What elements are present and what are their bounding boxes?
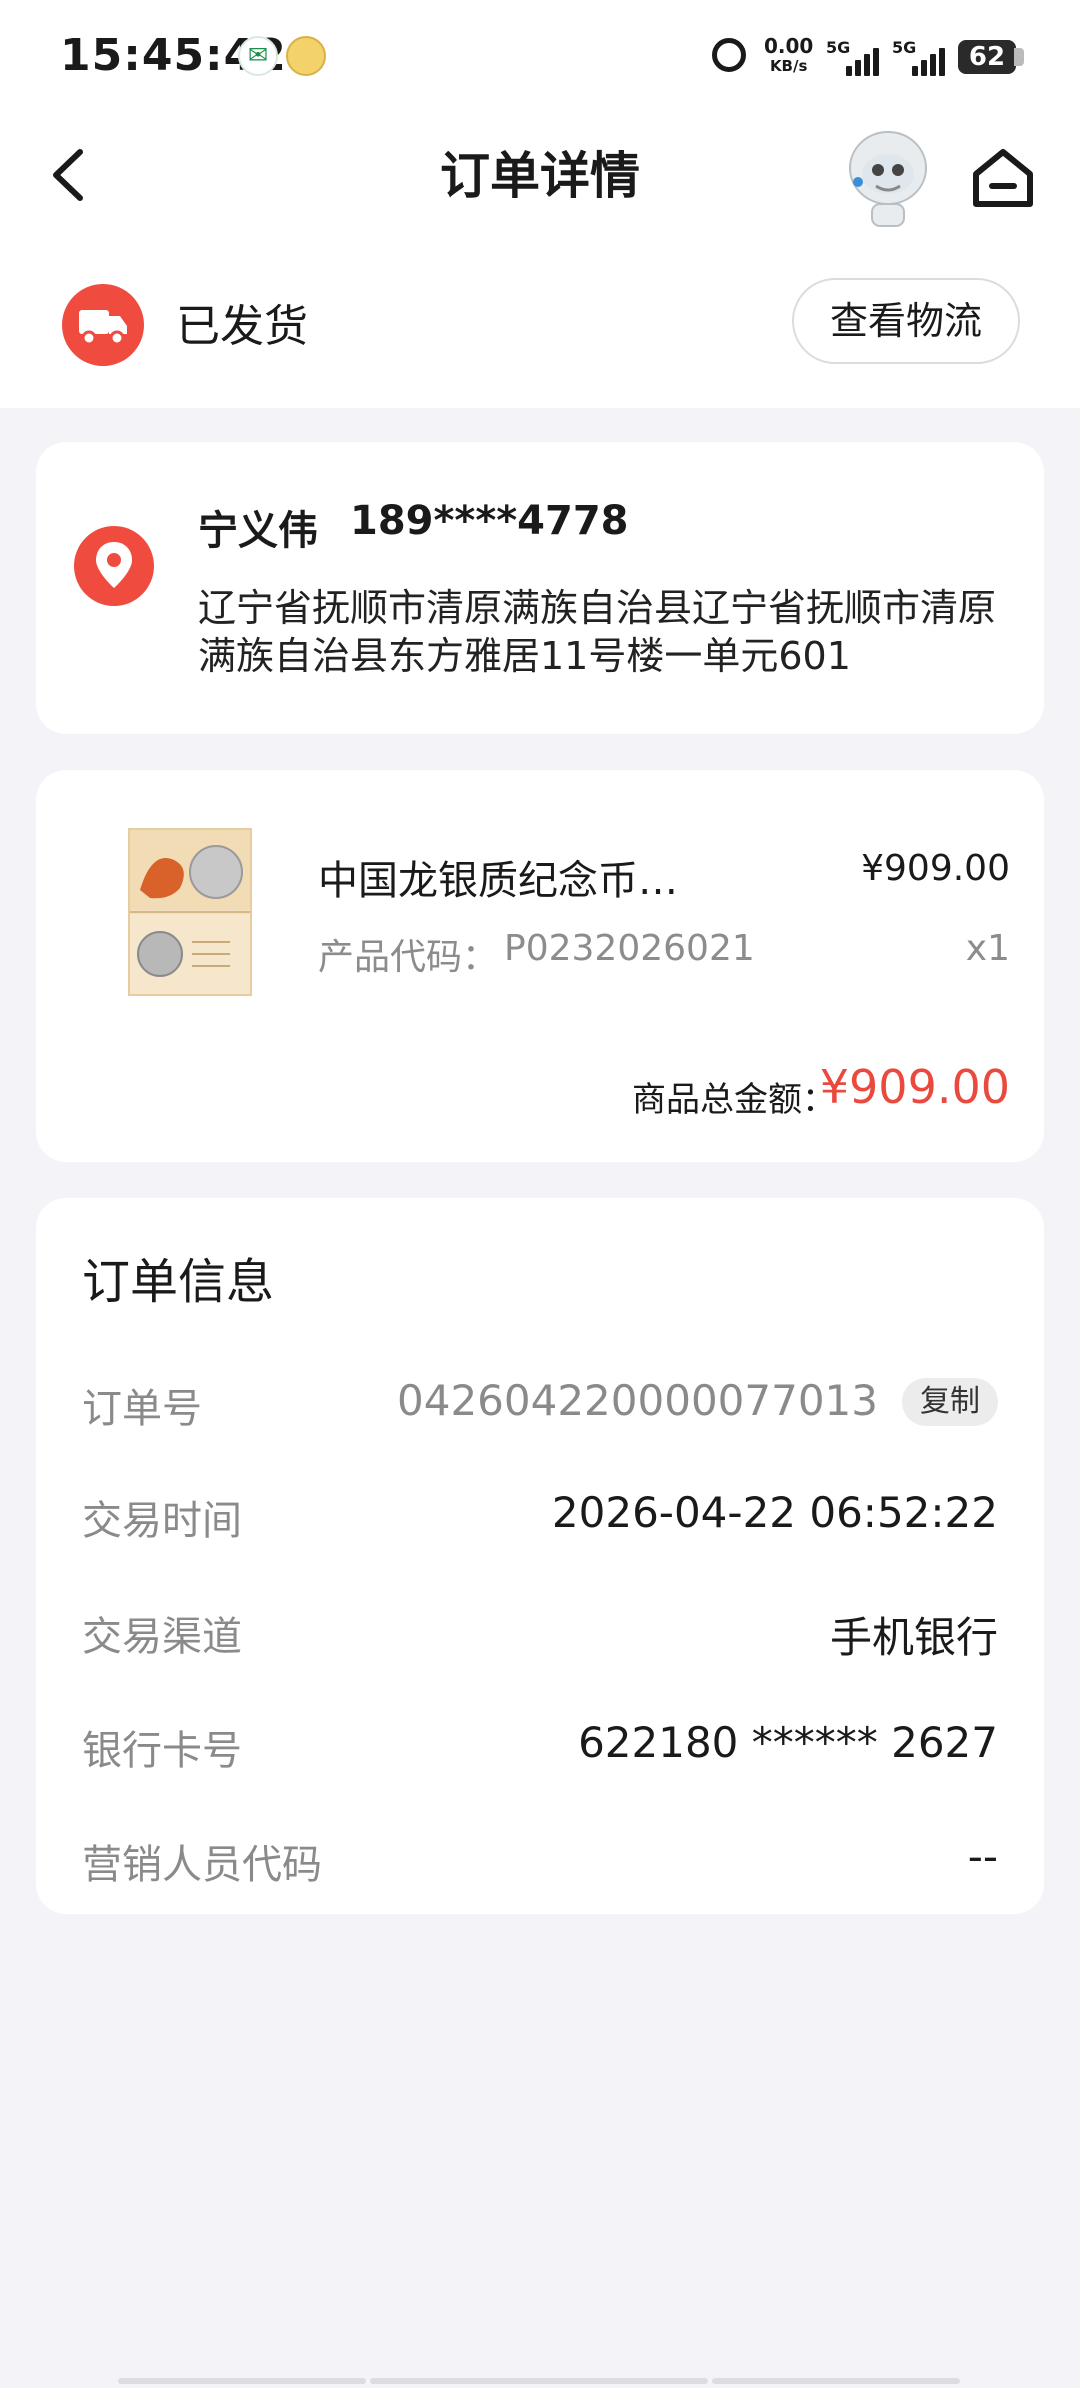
trade-channel-label: 交易渠道: [82, 1614, 242, 1660]
signal-icon-sim2: [912, 40, 948, 76]
product-price: ¥909.00: [861, 848, 1010, 889]
network-speed-value: 0.00: [764, 34, 814, 58]
trade-time-value: 2026-04-22 06:52:22: [551, 1488, 998, 1537]
home-indicator-center: [370, 2378, 708, 2384]
coin-app-icon: [286, 36, 326, 76]
bank-card-label: 银行卡号: [82, 1728, 242, 1774]
recipient-name: 宁义伟: [198, 508, 318, 554]
product-quantity: x1: [965, 928, 1010, 969]
address-card: 宁义伟 189****4778 辽宁省抚顺市清原满族自治县辽宁省抚顺市清原满族自…: [36, 442, 1044, 734]
home-icon: [973, 149, 1033, 207]
postal-app-icon: ✉: [238, 36, 278, 76]
trade-time-label: 交易时间: [82, 1498, 242, 1544]
recipient-phone: 189****4778: [350, 498, 629, 544]
trade-time-row: 交易时间 2026-04-22 06:52:22: [82, 1488, 998, 1548]
order-number-value: 042604220000077013: [397, 1376, 878, 1425]
product-code-label: 产品代码：: [318, 937, 499, 978]
trade-channel-value: 手机银行: [829, 1613, 998, 1662]
marketing-staff-row: 营销人员代码 --: [82, 1832, 998, 1892]
copy-button[interactable]: 复制: [902, 1378, 998, 1426]
home-indicator-left: [118, 2378, 366, 2384]
marketing-staff-label: 营销人员代码: [82, 1842, 322, 1888]
product-image: [128, 828, 252, 996]
order-info-title: 订单信息: [82, 1254, 275, 1310]
home-indicator-right: [712, 2378, 960, 2384]
robot-assistant-icon[interactable]: [838, 120, 938, 230]
marketing-staff-value: --: [967, 1832, 998, 1881]
product-code: P0232026021: [504, 928, 755, 969]
bank-card-value: 622180 ****** 2627: [578, 1718, 998, 1767]
total-amount-value: ¥909.00: [819, 1060, 1010, 1114]
product-card[interactable]: 中国龙银质纪念币… ¥909.00 产品代码： P0232026021 x1 商…: [36, 770, 1044, 1162]
view-logistics-button[interactable]: 查看物流: [792, 278, 1020, 364]
order-info-card: 订单信息 订单号 042604220000077013 复制 交易时间 2026…: [36, 1198, 1044, 1914]
network-speed-unit: KB/s: [769, 57, 808, 75]
signal-icon-sim1: [846, 40, 882, 76]
order-number-row: 订单号 042604220000077013 复制: [82, 1376, 998, 1436]
bank-card-row: 银行卡号 622180 ****** 2627: [82, 1718, 998, 1778]
battery-icon: 62: [958, 40, 1024, 74]
total-amount-label: 商品总金额：: [632, 1080, 836, 1120]
truck-icon: [62, 284, 144, 366]
home-button[interactable]: [968, 146, 1038, 210]
shipping-status: 已发货: [176, 301, 308, 352]
location-pin-icon: [74, 526, 154, 606]
network-speed: 0.00 KB/s: [764, 36, 813, 76]
address-detail: 辽宁省抚顺市清原满族自治县辽宁省抚顺市清原满族自治县东方雅居11号楼一单元601: [198, 586, 997, 678]
order-number-label: 订单号: [82, 1386, 202, 1432]
product-name: 中国龙银质纪念币…: [318, 858, 678, 904]
alarm-icon: [712, 38, 746, 72]
trade-channel-row: 交易渠道 手机银行: [82, 1604, 998, 1664]
